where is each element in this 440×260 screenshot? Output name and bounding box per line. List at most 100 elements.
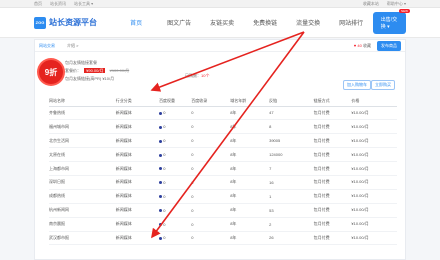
weight-dot-icon — [159, 153, 163, 157]
sell-exchange-button[interactable]: 出售/交换 ▾ — [372, 11, 406, 34]
cell-backlinks: 47 — [269, 106, 314, 121]
weight-dot-icon — [159, 181, 163, 185]
buy-now-button[interactable]: 立即购买 — [371, 80, 395, 90]
cell-name[interactable]: 上海都市网 — [49, 161, 116, 176]
col-header-link-type[interactable]: 链接方式 — [313, 97, 352, 107]
col-header-category[interactable]: 行业分类 — [115, 97, 160, 107]
cell-domain-age: 8年 — [230, 106, 270, 121]
cell-backlinks: 53 — [269, 203, 314, 218]
cell-name[interactable]: 武汉都市报 — [49, 231, 116, 246]
col-header-domain-age[interactable]: 域名年龄 — [230, 97, 270, 107]
cell-baidu-index: 0 — [191, 133, 231, 149]
product-panel: 网站交易 介绍 > ♥ 40 收藏 发布商品 9折 包月友情链接套餐 套餐价： … — [34, 39, 406, 260]
cell-link-type: 包月付费 — [313, 203, 352, 218]
weight-dot-icon — [159, 209, 163, 213]
publish-button[interactable]: 发布商品 — [377, 40, 401, 51]
breadcrumb: 网站交易 介绍 > ♥ 40 收藏 发布商品 — [35, 40, 405, 52]
table-row[interactable]: 齐鲁热线 新闻媒体 0 0 8年 47 包月付费 ¥10.00/月 — [49, 106, 397, 121]
cell-price: ¥10.00/月 — [351, 161, 397, 176]
cell-baidu-index: 0 — [191, 203, 231, 218]
table-row[interactable]: 福州城市网 新闻媒体 0 0 8年 8 包月付费 ¥10.00/月 — [49, 119, 397, 135]
cell-price: ¥10.00/月 — [351, 175, 397, 190]
weight-dot-icon — [159, 139, 163, 143]
col-header-baidu-index[interactable]: 百度收录 — [191, 97, 231, 107]
cell-name[interactable]: 杭州新闻网 — [49, 203, 116, 218]
cell-category: 新闻媒体 — [115, 203, 160, 218]
cell-price: ¥10.00/月 — [351, 106, 397, 121]
favorite-count-value: 40 — [357, 42, 362, 48]
top-link-home[interactable]: 首页 — [34, 1, 42, 7]
weight-dot-icon — [159, 195, 163, 199]
cell-category: 新闻媒体 — [115, 119, 160, 135]
table-row[interactable]: 深圳日报 新闻媒体 0 0 8年 16 包月付费 ¥10.00/月 — [49, 175, 397, 190]
col-header-backlinks[interactable]: 反链 — [269, 97, 314, 107]
weight-dot-icon — [159, 223, 163, 226]
top-link-help[interactable]: 帮助中心 ▾ — [387, 1, 406, 7]
table-row[interactable]: 武汉都市报 新闻媒体 0 0 8年 26 包月付费 ¥10.00/月 — [49, 231, 397, 246]
cell-name[interactable]: 福州城市网 — [49, 119, 116, 135]
cell-baidu-weight: 0 — [159, 189, 192, 204]
cell-weight-value: 0 — [163, 207, 166, 213]
cell-weight-value: 0 — [163, 138, 166, 144]
cell-name[interactable]: 深圳日报 — [49, 175, 116, 190]
cell-backlinks: 8 — [269, 119, 314, 135]
nav-item-traffic-swap[interactable]: 流量交换 — [287, 18, 330, 27]
table-row[interactable]: 北京生活网 新闻媒体 0 0 8年 39005 包月付费 ¥10.00/月 — [49, 133, 397, 149]
cell-weight-value: 0 — [163, 124, 166, 130]
cell-baidu-weight: 0 — [159, 119, 192, 135]
col-header-baidu-weight[interactable]: 百度权重 — [159, 97, 192, 107]
table-row[interactable]: 杭州新闻网 新闻媒体 0 0 8年 53 包月付费 ¥10.00/月 — [49, 203, 397, 218]
cell-price: ¥10.00/月 — [351, 147, 397, 163]
site-logo[interactable]: ZGG 站长资源平台 — [34, 16, 115, 29]
cell-weight-value: 0 — [163, 166, 166, 171]
cell-name[interactable]: 齐鲁热线 — [49, 106, 116, 121]
nav-item-link-trade[interactable]: 友链买卖 — [201, 18, 244, 27]
cell-price: ¥10.00/月 — [351, 189, 397, 204]
cell-weight-value: 0 — [163, 110, 166, 116]
cell-backlinks: 7 — [269, 161, 314, 176]
cell-domain-age: 8年 — [230, 147, 270, 163]
cell-link-type: 包月付费 — [313, 133, 352, 149]
cell-domain-age: 8年 — [230, 189, 270, 204]
nav-item-image-ads[interactable]: 图文广告 — [158, 18, 201, 27]
promo-price: ¥90.00/月 — [84, 68, 106, 73]
nav-item-home[interactable]: 首页 — [115, 18, 158, 27]
cell-link-type: 包月付费 — [313, 147, 352, 163]
heart-icon: ♥ — [353, 42, 357, 48]
cell-name[interactable]: 北京生活网 — [49, 133, 116, 149]
add-to-cart-button[interactable]: 加入购物车 — [343, 80, 371, 90]
cell-weight-value: 0 — [163, 179, 166, 185]
cell-baidu-weight: 0 — [159, 231, 192, 246]
nav-item-ranking[interactable]: 网站排行 — [330, 18, 373, 27]
cell-price: ¥10.00/月 — [351, 217, 397, 232]
cell-category: 新闻媒体 — [115, 231, 160, 246]
nav-item-free-links[interactable]: 免费换链 — [244, 18, 287, 27]
sell-exchange-menu[interactable]: 出售/交换 ▾ NEW — [372, 8, 410, 34]
top-link-favorite[interactable]: 收藏本站 — [363, 1, 379, 7]
cell-weight-value: 0 — [163, 193, 166, 199]
breadcrumb-link[interactable]: 网站交易 — [39, 43, 55, 49]
cell-baidu-index: 0 — [191, 147, 231, 163]
promo-price-line: 套餐价： ¥90.00/月 ¥100.00/月 — [65, 68, 129, 74]
table-row[interactable]: 太原在线 新闻媒体 0 0 8年 124000 包月付费 ¥10.00/月 — [49, 147, 397, 163]
cell-baidu-index: 0 — [191, 217, 231, 232]
top-link-news[interactable]: 站长资讯 — [50, 1, 66, 7]
favorite-count[interactable]: ♥ 40 收藏 — [354, 43, 371, 49]
cell-name[interactable]: 成都热线 — [49, 189, 116, 204]
cell-weight-value: 0 — [163, 235, 166, 241]
cell-name[interactable]: 太原在线 — [49, 147, 116, 163]
col-header-name[interactable]: 网站名称 — [49, 97, 116, 107]
cell-link-type: 包月付费 — [313, 217, 352, 232]
col-header-price[interactable]: 价格 — [351, 97, 397, 107]
cell-baidu-index: 0 — [191, 119, 231, 135]
cell-name[interactable]: 南京晨报 — [49, 217, 116, 232]
cell-baidu-weight: 0 — [159, 217, 192, 232]
original-price: ¥100.00/月 — [109, 68, 130, 73]
top-link-tools[interactable]: 站长工具 ▾ — [74, 1, 93, 7]
cell-domain-age: 8年 — [230, 217, 270, 232]
new-badge: NEW — [399, 8, 410, 13]
table-row[interactable]: 上海都市网 新闻媒体 0 0 8年 7 包月付费 ¥10.00/月 — [49, 161, 397, 176]
table-row[interactable]: 成都热线 新闻媒体 0 0 8年 1 包月付费 ¥10.00/月 — [49, 189, 397, 204]
weight-dot-icon — [159, 167, 163, 171]
table-row[interactable]: 南京晨报 新闻媒体 0 0 8年 2 包月付费 ¥10.00/月 — [49, 217, 397, 232]
